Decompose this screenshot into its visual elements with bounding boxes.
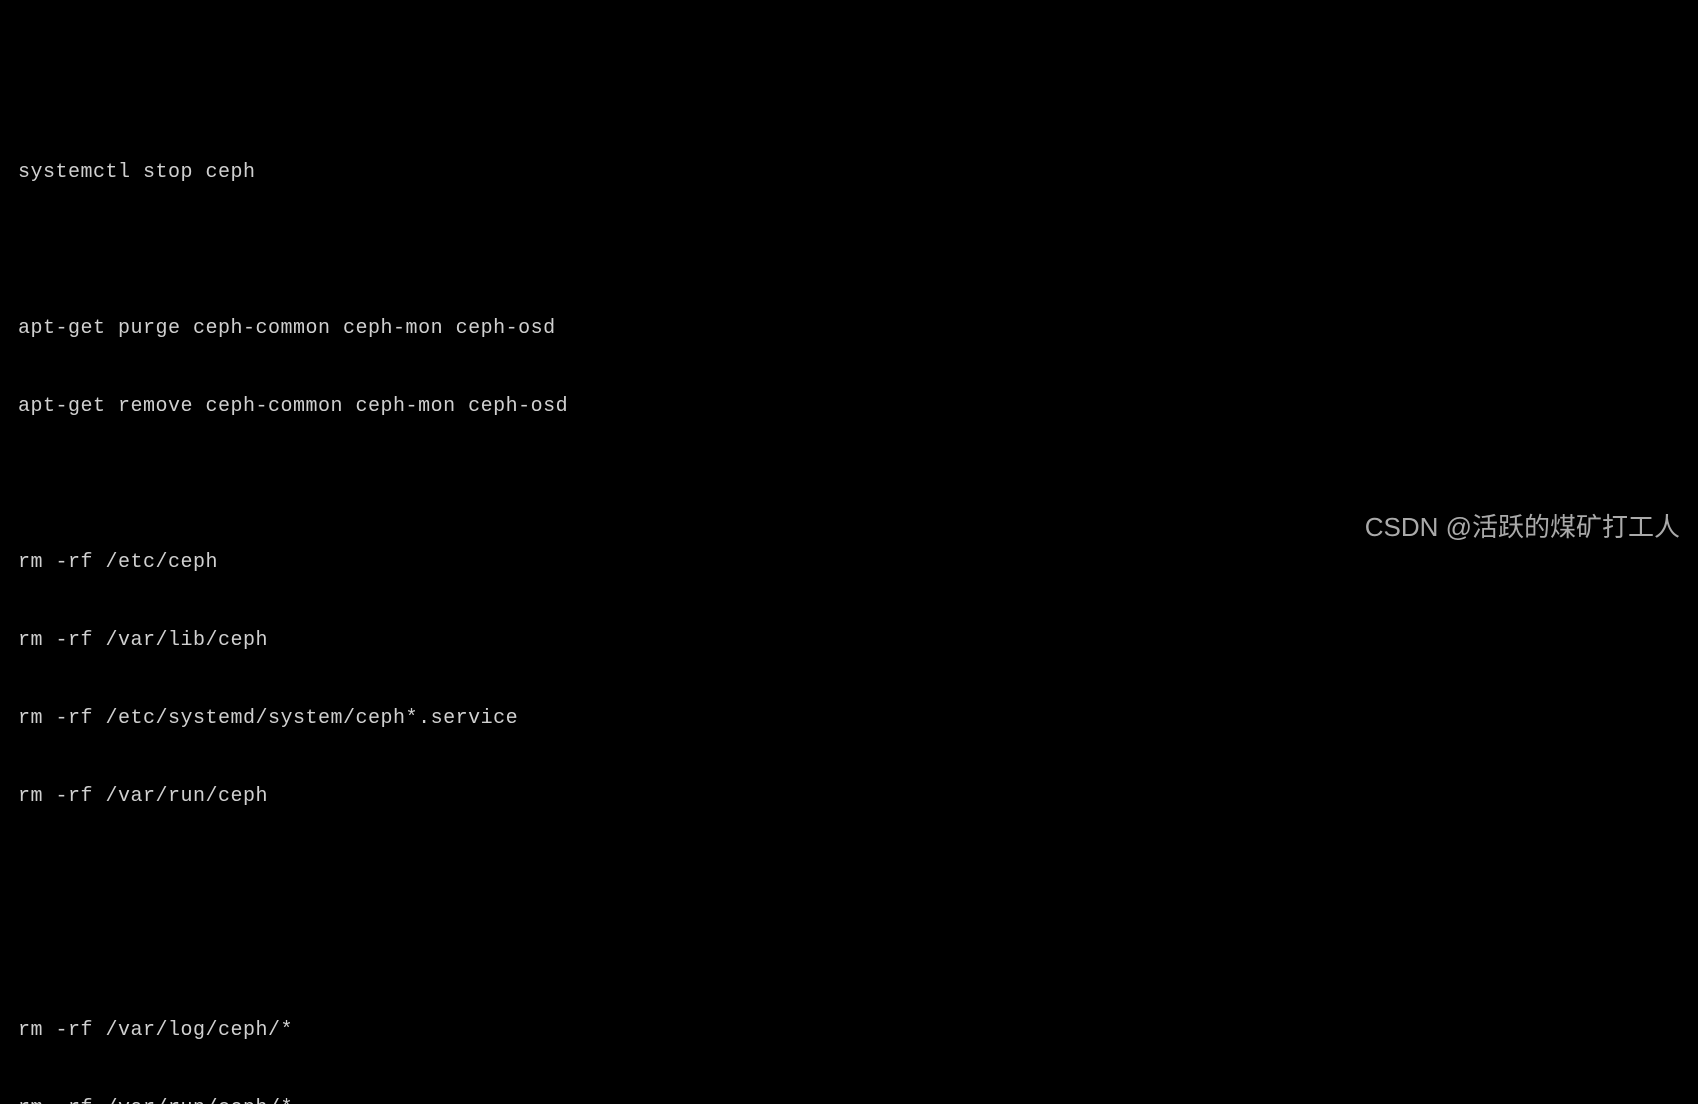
- terminal-line: rm -rf /var/log/ceph/*: [18, 1018, 1680, 1044]
- terminal-line: apt-get purge ceph-common ceph-mon ceph-…: [18, 316, 1680, 342]
- terminal-line: [18, 940, 1680, 966]
- terminal-output[interactable]: systemctl stop ceph apt-get purge ceph-c…: [18, 108, 1680, 1104]
- terminal-line: rm -rf /etc/ceph: [18, 550, 1680, 576]
- terminal-line: rm -rf /var/run/ceph/*: [18, 1096, 1680, 1104]
- terminal-line: rm -rf /var/run/ceph: [18, 784, 1680, 810]
- terminal-line: rm -rf /var/lib/ceph: [18, 628, 1680, 654]
- terminal-line: systemctl stop ceph: [18, 160, 1680, 186]
- terminal-line: apt-get remove ceph-common ceph-mon ceph…: [18, 394, 1680, 420]
- terminal-line: [18, 238, 1680, 264]
- watermark-text: CSDN @活跃的煤矿打工人: [1365, 514, 1680, 540]
- terminal-line: [18, 472, 1680, 498]
- terminal-line: [18, 862, 1680, 888]
- terminal-line: rm -rf /etc/systemd/system/ceph*.service: [18, 706, 1680, 732]
